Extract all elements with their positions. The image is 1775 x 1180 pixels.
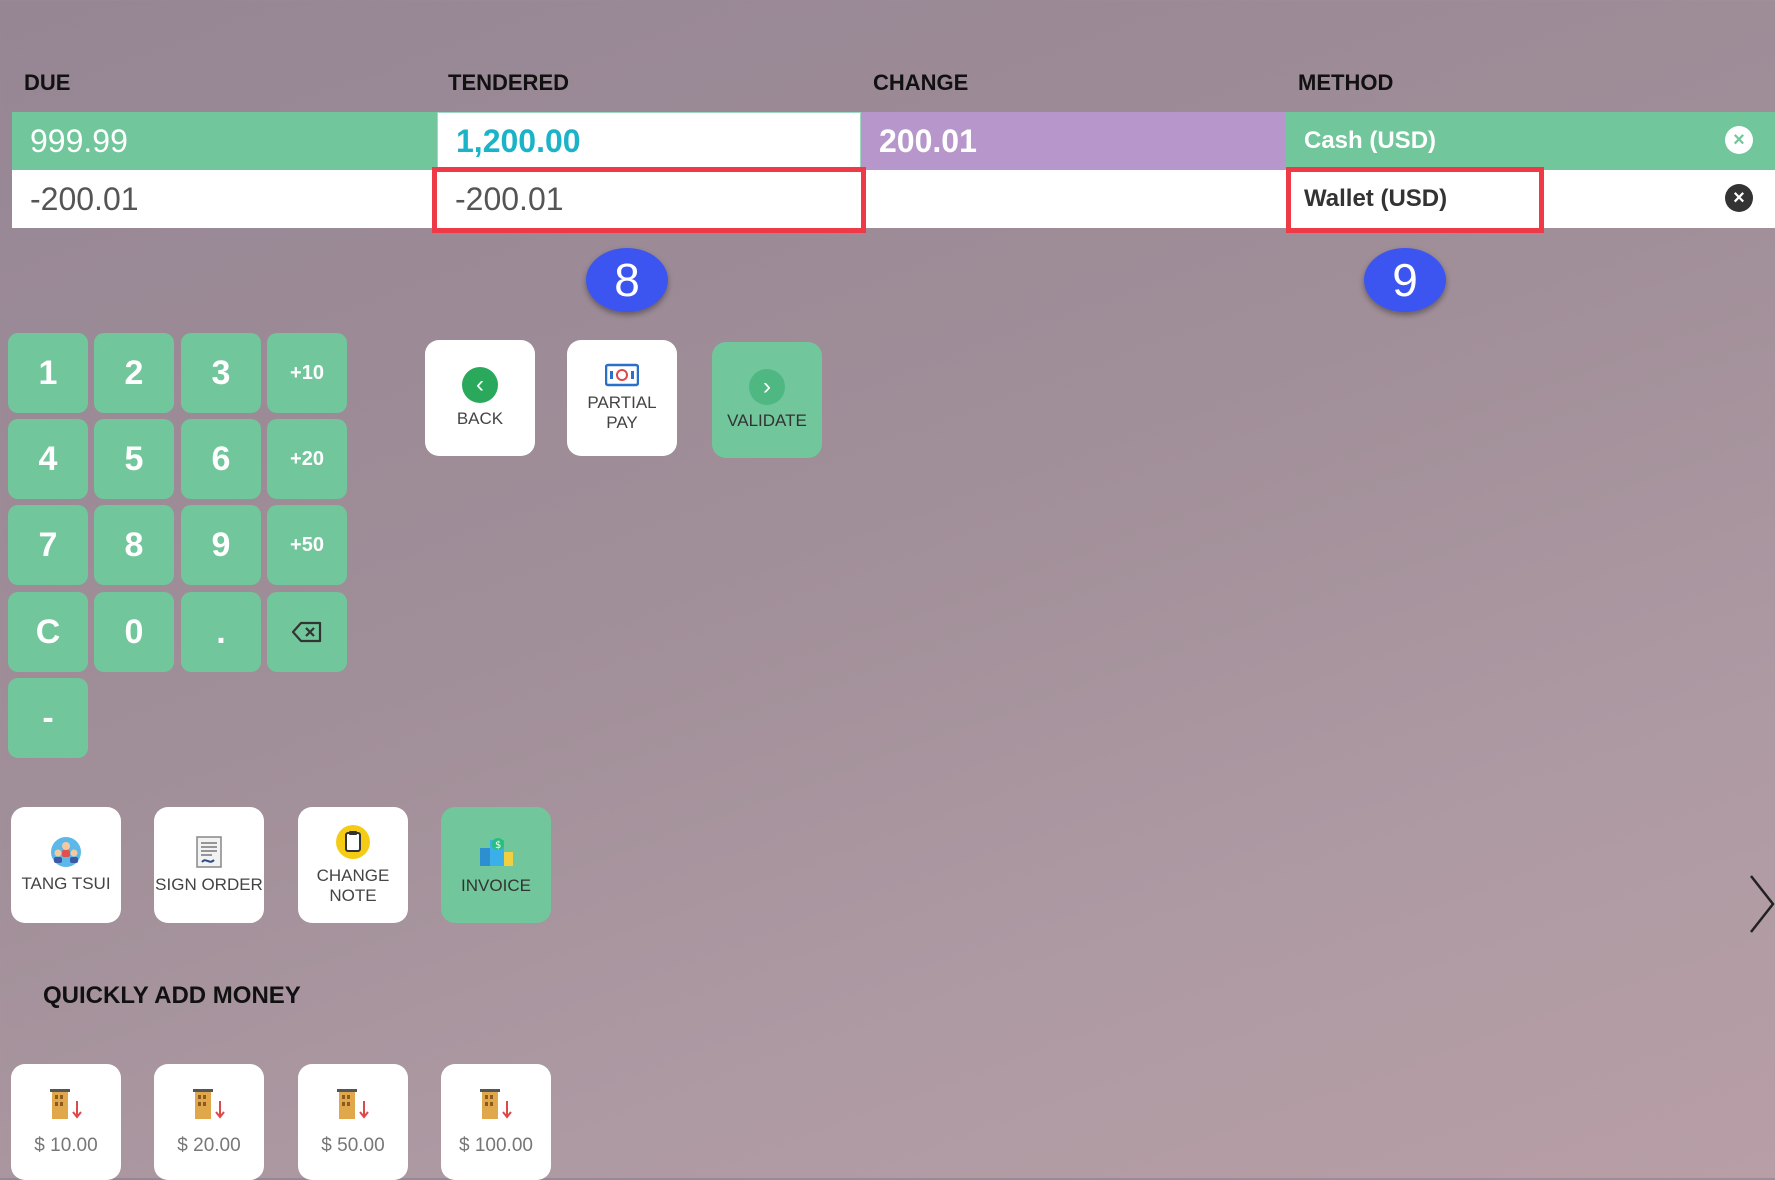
key-decimal[interactable]: . [181, 592, 261, 672]
back-label: BACK [456, 409, 504, 428]
quick-money-100-button[interactable]: $ 100.00 [441, 1064, 551, 1180]
key-6[interactable]: 6 [181, 419, 261, 499]
key-clear[interactable]: C [8, 592, 88, 672]
key-9[interactable]: 9 [181, 505, 261, 585]
step-badge-8: 8 [586, 248, 668, 312]
validate-button[interactable]: › VALIDATE [712, 342, 822, 458]
partial-pay-label: PARTIAL PAY [587, 393, 657, 432]
invoice-icon: $ [480, 838, 513, 866]
backspace-icon [291, 621, 322, 643]
header-change: CHANGE [873, 70, 969, 95]
header-tendered: TENDERED [448, 70, 570, 95]
remove-line-2-close-icon[interactable]: × [1725, 184, 1753, 212]
quick-add-money-title: QUICKLY ADD MONEY [43, 982, 301, 1009]
quick-money-100-label: $ 100.00 [459, 1135, 533, 1156]
key-minus[interactable]: - [8, 678, 88, 758]
cash-register-icon [193, 1089, 225, 1119]
line-1-tendered[interactable]: 1,200.00 [437, 112, 861, 170]
invoice-label: INVOICE [461, 876, 531, 895]
cash-register-icon [480, 1089, 512, 1119]
key-2[interactable]: 2 [94, 333, 174, 413]
key-4[interactable]: 4 [8, 419, 88, 499]
key-5[interactable]: 5 [94, 419, 174, 499]
validate-label: VALIDATE [727, 411, 807, 430]
invoice-button[interactable]: $ INVOICE [441, 807, 551, 923]
highlight-tendered [432, 167, 866, 233]
line-1-method[interactable]: Cash (USD) × [1286, 112, 1775, 170]
quick-money-10-label: $ 10.00 [34, 1135, 98, 1156]
key-8[interactable]: 8 [94, 505, 174, 585]
key-plus-50[interactable]: +50 [267, 505, 347, 585]
cash-register-icon [337, 1089, 369, 1119]
customer-label: TANG TSUI [21, 874, 111, 893]
sign-order-button[interactable]: SIGN ORDER [154, 807, 264, 923]
customer-button[interactable]: TANG TSUI [11, 807, 121, 923]
key-plus-10[interactable]: +10 [267, 333, 347, 413]
partial-pay-button[interactable]: PARTIAL PAY [567, 340, 677, 456]
key-7[interactable]: 7 [8, 505, 88, 585]
line-1-method-label: Cash (USD) [1304, 127, 1437, 154]
key-0[interactable]: 0 [94, 592, 174, 672]
change-note-label: CHANGE NOTE [316, 866, 390, 905]
step-badge-9: 9 [1364, 248, 1446, 312]
quick-money-20-button[interactable]: $ 20.00 [154, 1064, 264, 1180]
quick-money-20-label: $ 20.00 [177, 1135, 241, 1156]
change-note-button[interactable]: CHANGE NOTE [298, 807, 408, 923]
highlight-method [1286, 167, 1544, 233]
key-backspace[interactable] [267, 592, 347, 672]
svg-text:$: $ [495, 840, 501, 851]
line-2-due: -200.01 [12, 170, 437, 228]
signature-document-icon [196, 836, 222, 868]
sign-order-label: SIGN ORDER [155, 875, 263, 894]
line-2-change [861, 170, 1286, 228]
key-3[interactable]: 3 [181, 333, 261, 413]
back-button[interactable]: ‹ BACK [425, 340, 535, 456]
header-method: METHOD [1298, 70, 1394, 95]
quick-money-50-button[interactable]: $ 50.00 [298, 1064, 408, 1180]
key-plus-20[interactable]: +20 [267, 419, 347, 499]
money-transfer-icon [605, 363, 639, 387]
clipboard-icon [336, 825, 370, 859]
key-1[interactable]: 1 [8, 333, 88, 413]
line-1-change: 200.01 [861, 112, 1286, 170]
chevron-right-icon[interactable] [1746, 874, 1775, 934]
header-due: DUE [24, 70, 71, 95]
quick-money-10-button[interactable]: $ 10.00 [11, 1064, 121, 1180]
chevron-right-icon: › [749, 369, 785, 405]
remove-line-1-close-icon[interactable]: × [1725, 126, 1753, 154]
chevron-left-icon: ‹ [462, 367, 498, 403]
users-icon [51, 837, 81, 867]
line-1-due: 999.99 [12, 112, 437, 170]
cash-register-icon [50, 1089, 82, 1119]
quick-money-50-label: $ 50.00 [321, 1135, 385, 1156]
